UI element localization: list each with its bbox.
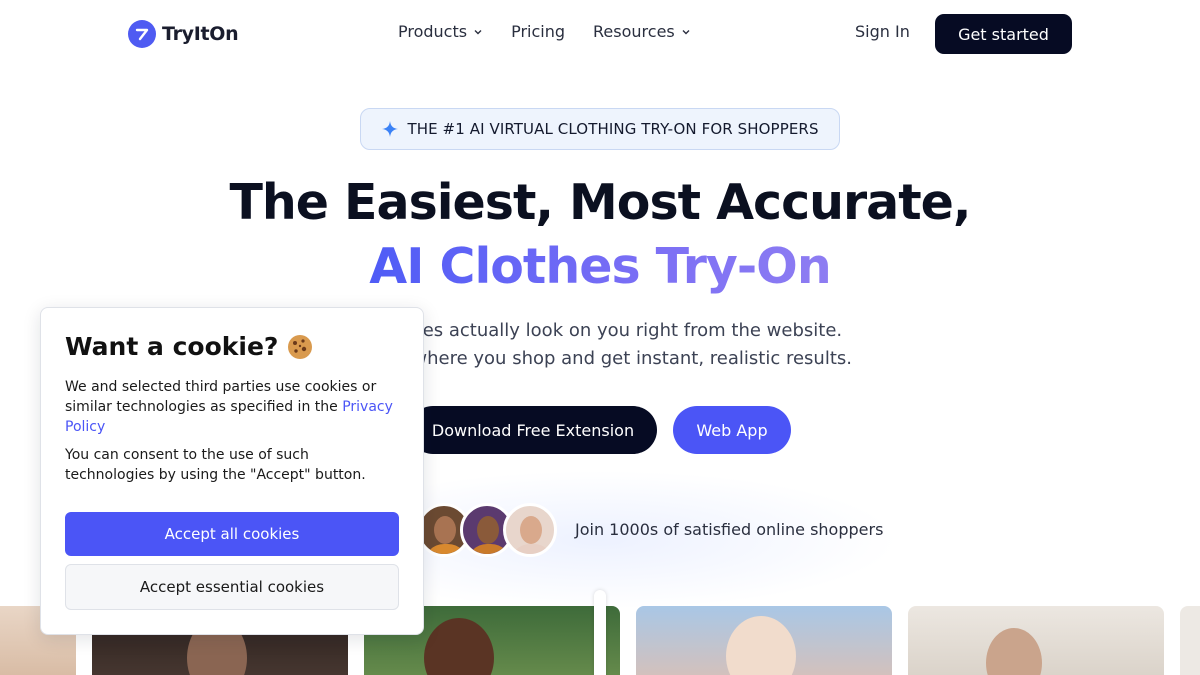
avatar xyxy=(503,503,557,557)
sparkle-icon xyxy=(382,121,399,137)
hero-headline-line1: The Easiest, Most Accurate, xyxy=(229,174,971,231)
accept-all-cookies-button[interactable]: Accept all cookies xyxy=(65,512,399,556)
chevron-down-icon xyxy=(474,29,482,34)
cookie-title-text: Want a cookie? xyxy=(65,332,279,361)
hero-badge: THE #1 AI VIRTUAL CLOTHING TRY-ON FOR SH… xyxy=(360,108,840,150)
nav-resources[interactable]: Resources xyxy=(593,22,691,41)
hero-headline-gradient-text: AI Clothes Try-On xyxy=(369,238,831,295)
nav-links: Products Pricing Resources xyxy=(398,22,691,41)
web-app-button[interactable]: Web App xyxy=(673,406,791,454)
hero-headline-line2: AI Clothes Try-On xyxy=(0,238,1200,295)
gallery-card[interactable] xyxy=(1180,606,1200,675)
cookie-text-1: We and selected third parties use cookie… xyxy=(65,377,399,437)
gallery-card[interactable] xyxy=(908,606,1164,675)
cookie-title: Want a cookie? xyxy=(65,332,399,361)
chevron-down-icon xyxy=(682,29,690,34)
nav-pricing[interactable]: Pricing xyxy=(511,22,565,41)
download-extension-button[interactable]: Download Free Extension xyxy=(409,406,657,454)
comparison-slider-handle[interactable] xyxy=(594,590,606,675)
social-proof-text: Join 1000s of satisfied online shoppers xyxy=(575,520,884,539)
nav-pricing-label: Pricing xyxy=(511,22,566,41)
logo-mark-icon xyxy=(128,20,156,48)
logo[interactable]: TryItOn xyxy=(128,20,239,48)
download-extension-label: Download Free Extension xyxy=(431,420,635,440)
nav-products-label: Products xyxy=(398,22,468,41)
cookie-text-2: You can consent to the use of such techn… xyxy=(65,447,366,483)
cookie-text-1-body: We and selected third parties use cookie… xyxy=(65,379,377,415)
logo-text: TryItOn xyxy=(162,23,239,45)
gallery-card[interactable] xyxy=(636,606,892,675)
get-started-button[interactable]: Get started xyxy=(935,14,1072,54)
cookie-icon xyxy=(288,334,313,359)
cookie-banner: Want a cookie? We and selected third par… xyxy=(40,307,424,635)
top-navigation: TryItOn Products Pricing Resources Sign … xyxy=(0,0,1200,68)
nav-resources-label: Resources xyxy=(593,22,675,41)
sign-in-link[interactable]: Sign In xyxy=(855,22,910,41)
accept-essential-cookies-button[interactable]: Accept essential cookies xyxy=(65,564,399,610)
hero-badge-text: THE #1 AI VIRTUAL CLOTHING TRY-ON FOR SH… xyxy=(407,120,819,138)
nav-products[interactable]: Products xyxy=(398,22,483,41)
